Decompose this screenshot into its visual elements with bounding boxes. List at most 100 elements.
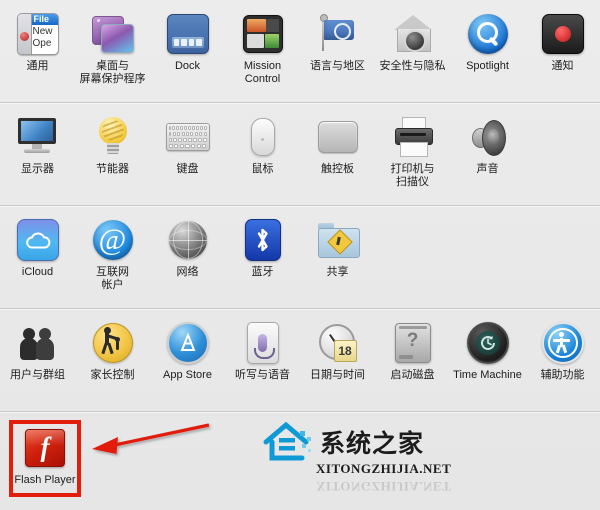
sharing-icon <box>316 218 360 262</box>
pref-pane-sharing[interactable]: 共享 <box>300 218 375 302</box>
row-system: 用户与群组 家长控制 App Store 听写与语音 18 日期与时间 ? 启动… <box>0 309 600 411</box>
pref-pane-sound[interactable]: 声音 <box>450 115 525 199</box>
displays-icon <box>16 115 60 159</box>
pref-label: 安全性与隐私 <box>379 60 446 72</box>
pref-pane-users-groups[interactable]: 用户与群组 <box>0 321 75 405</box>
pref-pane-printers-scanners[interactable]: 打印机与 扫描仪 <box>375 115 450 199</box>
pref-pane-flash-player[interactable]: f Flash Player <box>14 426 76 487</box>
pref-pane-dictation-speech[interactable]: 听写与语音 <box>225 321 300 405</box>
pref-pane-network[interactable]: 网络 <box>150 218 225 302</box>
pref-label: 日期与时间 <box>310 369 365 381</box>
label-line-1: Mission <box>243 60 282 72</box>
flash-player-icon: f <box>23 426 67 470</box>
pref-label: 桌面与 屏幕保护程序 <box>76 60 150 86</box>
pref-pane-energy-saver[interactable]: 节能器 <box>75 115 150 199</box>
pref-pane-language-region[interactable]: 语言与地区 <box>300 12 375 96</box>
pref-label: 共享 <box>326 266 349 278</box>
pref-pane-desktop-screensaver[interactable]: 桌面与 屏幕保护程序 <box>75 12 150 96</box>
house-logo-icon <box>263 421 311 461</box>
startup-disk-icon: ? <box>391 321 435 365</box>
pref-label: 触控板 <box>321 163 354 175</box>
pref-pane-date-time[interactable]: 18 日期与时间 <box>300 321 375 405</box>
internet-accounts-icon: @ <box>91 218 135 262</box>
row-personal: File New Ope 通用 桌面与 屏幕保护程序 Dock Mission … <box>0 0 600 102</box>
system-preferences-window: File New Ope 通用 桌面与 屏幕保护程序 Dock Mission … <box>0 0 600 510</box>
security-privacy-icon <box>391 12 435 56</box>
pref-label: Spotlight <box>466 60 509 72</box>
pref-pane-keyboard[interactable]: 键盘 <box>150 115 225 199</box>
calendar-badge: 18 <box>333 340 357 362</box>
pref-pane-displays[interactable]: 显示器 <box>0 115 75 199</box>
pref-pane-mission-control[interactable]: Mission Control <box>225 12 300 96</box>
pref-label: 辅助功能 <box>540 369 585 381</box>
pref-label: Dock <box>174 60 201 72</box>
pref-label: 蓝牙 <box>251 266 274 278</box>
pref-label: App Store <box>163 369 212 381</box>
general-icon: File New Ope <box>16 12 60 56</box>
time-machine-icon <box>466 321 510 365</box>
label-line-1: 互联网 <box>96 266 129 278</box>
keyboard-icon <box>165 115 210 159</box>
pref-pane-app-store[interactable]: App Store <box>150 321 225 405</box>
pref-label: 通用 <box>26 60 49 72</box>
pref-label: 打印机与 扫描仪 <box>376 163 450 189</box>
pref-pane-startup-disk[interactable]: ? 启动磁盘 <box>375 321 450 405</box>
pane-system: 用户与群组 家长控制 App Store 听写与语音 18 日期与时间 ? 启动… <box>0 309 600 411</box>
label-line-1: 桌面与 <box>96 60 129 72</box>
pane-internet-wireless: iCloud @ 互联网 帐户 网络 蓝牙 共享 <box>0 206 600 308</box>
row-internet-wireless: iCloud @ 互联网 帐户 网络 蓝牙 共享 <box>0 206 600 308</box>
mission-control-icon <box>241 12 285 56</box>
users-groups-icon <box>16 321 60 365</box>
pane-third-party: f Flash Player 系统之家 XITONGZHIJIA.NET XIT… <box>0 412 600 504</box>
pref-label: Time Machine <box>453 369 522 381</box>
pref-pane-icloud[interactable]: iCloud <box>0 218 75 302</box>
pref-pane-notifications[interactable]: 通知 <box>525 12 600 96</box>
pref-pane-trackpad[interactable]: 触控板 <box>300 115 375 199</box>
pref-label: 显示器 <box>21 163 54 175</box>
pref-label: 互联网 帐户 <box>76 266 150 292</box>
trackpad-icon <box>316 115 360 159</box>
accessibility-icon <box>541 321 585 365</box>
pane-hardware: 显示器 节能器 键盘 鼠标 触控板 打印机与 扫描仪 声音 <box>0 103 600 205</box>
dictation-speech-icon <box>241 321 285 365</box>
bluetooth-icon <box>241 218 285 262</box>
pref-pane-internet-accounts[interactable]: @ 互联网 帐户 <box>75 218 150 302</box>
network-icon <box>166 218 210 262</box>
notifications-icon <box>541 12 585 56</box>
pref-label: Flash Player <box>14 474 76 486</box>
pref-pane-parental-controls[interactable]: 家长控制 <box>75 321 150 405</box>
label-line-2: 扫描仪 <box>396 176 429 188</box>
pref-label: Mission Control <box>226 60 300 86</box>
pref-label: 声音 <box>476 163 499 175</box>
energy-saver-icon <box>91 115 135 159</box>
pref-label: iCloud <box>21 266 54 278</box>
parental-controls-icon <box>91 321 135 365</box>
icloud-icon <box>16 218 60 262</box>
dock-icon <box>166 12 210 56</box>
pref-pane-general[interactable]: File New Ope 通用 <box>0 12 75 96</box>
pref-pane-bluetooth[interactable]: 蓝牙 <box>225 218 300 302</box>
pref-pane-accessibility[interactable]: 辅助功能 <box>525 321 600 405</box>
pref-pane-mouse[interactable]: 鼠标 <box>225 115 300 199</box>
pref-pane-security-privacy[interactable]: 安全性与隐私 <box>375 12 450 96</box>
pref-label: 家长控制 <box>90 369 135 381</box>
printers-scanners-icon <box>391 115 435 159</box>
date-time-icon: 18 <box>316 321 360 365</box>
pref-label: 启动磁盘 <box>390 369 435 381</box>
pref-label: 鼠标 <box>251 163 274 175</box>
watermark-english-reflection: XITONGZHIJIA.NET <box>316 479 452 494</box>
pref-pane-dock[interactable]: Dock <box>150 12 225 96</box>
annotation-arrow <box>92 423 210 454</box>
label-line-2: 屏幕保护程序 <box>79 73 146 85</box>
pref-pane-time-machine[interactable]: Time Machine <box>450 321 525 405</box>
watermark-chinese: 系统之家 <box>320 429 425 458</box>
pane-personal: File New Ope 通用 桌面与 屏幕保护程序 Dock Mission … <box>0 0 600 102</box>
desktop-screensaver-icon <box>91 12 135 56</box>
watermark-english: XITONGZHIJIA.NET <box>316 461 452 476</box>
row-hardware: 显示器 节能器 键盘 鼠标 触控板 打印机与 扫描仪 声音 <box>0 103 600 205</box>
sound-icon <box>466 115 510 159</box>
pref-label: 用户与群组 <box>10 369 65 381</box>
pref-pane-spotlight[interactable]: Spotlight <box>450 12 525 96</box>
pref-label: 听写与语音 <box>235 369 290 381</box>
language-region-icon <box>316 12 360 56</box>
